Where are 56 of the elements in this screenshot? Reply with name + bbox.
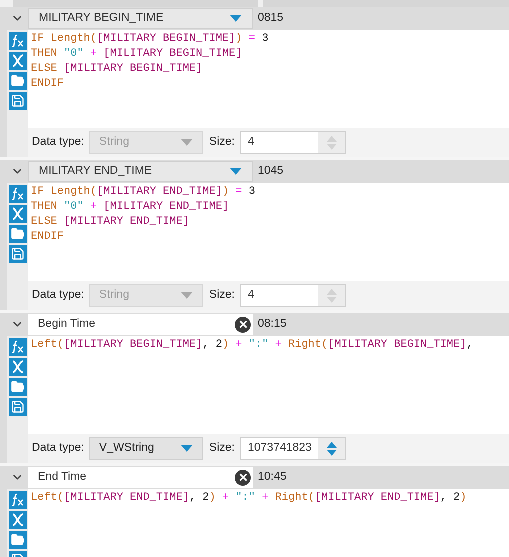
data-preview: 08:15	[257, 316, 287, 332]
data-type-label: Data type:	[32, 134, 84, 150]
code-line: THEN "0" + [MILITARY BEGIN_TIME]	[31, 47, 242, 62]
expression-editor[interactable]: Left([MILITARY BEGIN_TIME], 2) + ":" + Right([MILITARY BEGIN_TIME],	[28, 336, 509, 434]
down-arrow-icon[interactable]	[326, 450, 336, 456]
size-label: Size:	[209, 134, 235, 150]
size-label: Size:	[209, 288, 235, 303]
function-icon[interactable]	[8, 32, 26, 50]
code-line: THEN "0" + [MILITARY END_TIME]	[31, 200, 230, 215]
caret-icon	[181, 445, 194, 452]
column-dropdown[interactable]: MILITARY END_TIME	[28, 161, 253, 182]
size-label: Size:	[209, 440, 235, 456]
clear-button[interactable]	[235, 470, 251, 486]
x-icon	[238, 319, 248, 330]
code-line: ELSE [MILITARY BEGIN_TIME]	[31, 62, 203, 77]
data-preview: 10:45	[257, 470, 287, 485]
caret-icon	[181, 292, 194, 299]
save-icon[interactable]	[8, 245, 26, 263]
code-line: ENDIF	[31, 230, 64, 245]
column-name-field[interactable]: End Time	[28, 467, 253, 488]
save-icon[interactable]	[8, 398, 26, 416]
column-dropdown[interactable]: MILITARY BEGIN_TIME	[28, 8, 253, 29]
expression-editor[interactable]: Left([MILITARY END_TIME], 2) + ":" + Right([MILITARY END_TIME], 2)	[28, 489, 509, 557]
folder-icon[interactable]	[8, 378, 26, 396]
variable-icon[interactable]	[8, 358, 26, 376]
variable-icon[interactable]	[8, 52, 26, 70]
data-type-label: Data type:	[32, 440, 84, 456]
function-icon[interactable]	[8, 338, 26, 356]
x-icon	[238, 472, 248, 483]
function-icon[interactable]	[8, 185, 26, 203]
caret-icon	[230, 15, 242, 22]
code-line: IF Length([MILITARY BEGIN_TIME]) = 3	[31, 32, 269, 47]
code-line: Left([MILITARY BEGIN_TIME], 2) + ":" + Right([MILITARY BEGIN_TIME],	[31, 338, 474, 353]
expression-editor[interactable]: IF Length([MILITARY BEGIN_TIME]) = 3 THEN "0" + [MILITARY BEGIN_TIME] ELSE [MILITARY BEGIN_TIME] ENDIF	[28, 30, 509, 128]
data-type-dropdown[interactable]: V_WString	[89, 437, 204, 460]
expression-editor[interactable]: IF Length([MILITARY END_TIME]) = 3 THEN "0" + [MILITARY END_TIME] ELSE [MILITARY END_TIME] ENDIF	[28, 183, 509, 281]
folder-icon[interactable]	[8, 531, 26, 549]
function-icon[interactable]	[8, 491, 26, 509]
variable-icon[interactable]	[8, 205, 26, 223]
variable-icon[interactable]	[8, 511, 26, 529]
folder-icon[interactable]	[8, 225, 26, 243]
code-line: Left([MILITARY END_TIME], 2) + ":" + Right([MILITARY END_TIME], 2)	[31, 491, 467, 506]
save-icon[interactable]	[8, 92, 26, 110]
data-type-label: Data type:	[32, 288, 84, 303]
folder-icon[interactable]	[8, 72, 26, 90]
code-line: ELSE [MILITARY END_TIME]	[31, 215, 190, 230]
up-arrow-icon[interactable]	[326, 442, 336, 448]
code-line: IF Length([MILITARY END_TIME]) = 3	[31, 185, 256, 200]
data-preview: 0815	[257, 10, 284, 26]
clear-button[interactable]	[235, 316, 251, 332]
caret-icon	[230, 168, 242, 175]
column-name-field[interactable]: Begin Time	[28, 314, 253, 335]
code-line: ENDIF	[31, 77, 64, 92]
caret-icon	[181, 139, 194, 146]
size-spinner[interactable]: 1073741823	[240, 437, 346, 460]
data-preview: 1045	[257, 164, 284, 179]
